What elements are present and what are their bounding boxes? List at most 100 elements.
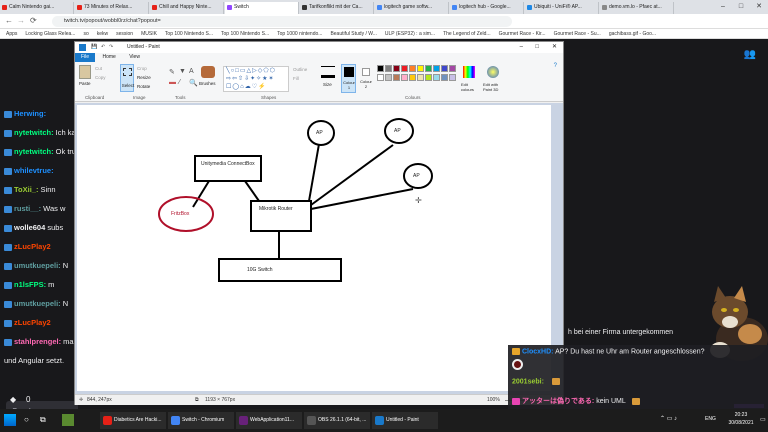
- palette-swatch[interactable]: [385, 74, 392, 81]
- chat-username[interactable]: nytetwitch:: [14, 128, 54, 137]
- colour1-button[interactable]: Colour 1: [341, 64, 356, 93]
- language-indicator[interactable]: ENG: [705, 416, 716, 422]
- forward-icon[interactable]: →: [17, 16, 25, 25]
- redo-icon[interactable]: ↷: [109, 42, 113, 53]
- bookmark-item[interactable]: session: [116, 29, 133, 38]
- tray-icons[interactable]: ⌃ ▭ ♪: [660, 415, 677, 422]
- size-icon[interactable]: [321, 66, 335, 78]
- chat-username[interactable]: zLucPlay2: [14, 242, 51, 251]
- start-icon[interactable]: [4, 414, 16, 426]
- chat-username[interactable]: Herwing:: [14, 109, 46, 118]
- bookmark-item[interactable]: MUSIK: [141, 29, 157, 38]
- palette-swatch[interactable]: [409, 74, 416, 81]
- browser-tab[interactable]: Chill and Happy Ninte...: [150, 2, 224, 14]
- palette-swatch[interactable]: [409, 65, 416, 72]
- save-icon[interactable]: 💾: [91, 42, 97, 53]
- colour2-button[interactable]: Colour 2: [359, 64, 374, 93]
- bookmark-item[interactable]: The Legend of Zeld...: [443, 29, 491, 38]
- edit-colours-icon[interactable]: [463, 66, 475, 78]
- bookmark-item[interactable]: Top 1000 nintendo...: [277, 29, 322, 38]
- pencil-icon[interactable]: ✎: [169, 68, 175, 76]
- taskbar-item[interactable]: Switch - Chromium: [168, 412, 234, 429]
- palette-swatch[interactable]: [393, 74, 400, 81]
- notification-icon[interactable]: ▭: [760, 416, 766, 423]
- paste-icon[interactable]: [79, 65, 91, 79]
- chat-username[interactable]: n1lsFPS:: [14, 280, 46, 289]
- paint-minimize-icon[interactable]: –: [520, 42, 523, 53]
- shapes-gallery[interactable]: ╲○□▭△▷◇⬠⬡ ⇨⇦⇧⇩✦✧★✶ ☐◯⌂☁♡⚡: [223, 66, 289, 92]
- palette-swatch[interactable]: [425, 74, 432, 81]
- address-bar[interactable]: twitch.tv/popout/wobbl0rz/chat?popout=: [52, 16, 512, 27]
- select-button[interactable]: Select: [120, 64, 134, 92]
- browser-tab[interactable]: Ubiquiti - UniFi® AP...: [525, 2, 599, 14]
- picker-icon[interactable]: ⁄: [179, 79, 180, 86]
- palette-swatch[interactable]: [393, 65, 400, 72]
- palette-swatch[interactable]: [417, 74, 424, 81]
- text-icon[interactable]: A: [189, 68, 194, 75]
- bookmark-item[interactable]: ULP (ESP32) : a sim...: [385, 29, 435, 38]
- chat-username[interactable]: nytetwitch:: [14, 147, 54, 156]
- help-icon[interactable]: ?: [554, 63, 557, 69]
- paint-close-icon[interactable]: ✕: [552, 42, 557, 53]
- task-view-icon[interactable]: ⧉: [40, 415, 46, 425]
- palette-swatch[interactable]: [377, 65, 384, 72]
- taskbar-item[interactable]: WebApplication11...: [236, 412, 302, 429]
- back-icon[interactable]: ←: [5, 16, 13, 25]
- app-icon[interactable]: [62, 414, 74, 426]
- bookmark-item[interactable]: Top 100 Nintendo S...: [221, 29, 269, 38]
- chat-username[interactable]: rusti__:: [14, 204, 41, 213]
- chat-username[interactable]: stahlprengel:: [14, 337, 61, 346]
- palette-swatch[interactable]: [377, 74, 384, 81]
- palette-swatch[interactable]: [425, 65, 432, 72]
- eraser-icon[interactable]: ▬: [169, 79, 176, 86]
- palette-swatch[interactable]: [385, 65, 392, 72]
- palette-swatch[interactable]: [433, 74, 440, 81]
- fill-icon[interactable]: ▼: [179, 68, 186, 75]
- palette-swatch[interactable]: [441, 65, 448, 72]
- taskbar-item[interactable]: Untitled - Paint: [372, 412, 438, 429]
- rotate-button[interactable]: Rotate: [137, 84, 150, 89]
- bookmark-item[interactable]: gachibass.gif - Goo...: [609, 29, 656, 38]
- clock-time[interactable]: 20:23: [726, 412, 756, 418]
- brushes-icon[interactable]: [201, 66, 215, 78]
- magnifier-icon[interactable]: 🔍: [189, 79, 198, 87]
- menu-view[interactable]: View: [123, 53, 146, 62]
- bookmark-item[interactable]: Locking Glass Relea...: [25, 29, 75, 38]
- browser-tab[interactable]: logitech hub - Google...: [450, 2, 524, 14]
- cut-button[interactable]: Cut: [95, 66, 102, 71]
- browser-tab[interactable]: Calm Nintendo gai...: [0, 2, 74, 14]
- bookmark-item[interactable]: Beautiful Study / W...: [330, 29, 376, 38]
- bookmark-item[interactable]: Top 100 Nintendo S...: [165, 29, 213, 38]
- palette-swatch[interactable]: [401, 74, 408, 81]
- outline-button[interactable]: Outline: [293, 67, 307, 72]
- bookmark-item[interactable]: kekw: [97, 29, 108, 38]
- menu-home[interactable]: Home: [96, 53, 121, 62]
- bookmark-item[interactable]: Gourmet Race - Su...: [554, 29, 601, 38]
- browser-tab[interactable]: logitech game softw...: [375, 2, 449, 14]
- palette-swatch[interactable]: [417, 65, 424, 72]
- palette-swatch[interactable]: [449, 74, 456, 81]
- bits-icon[interactable]: ◆: [10, 395, 16, 404]
- browser-tab[interactable]: Tarifkonflikt mit der Ca...: [300, 2, 374, 14]
- maximize-icon[interactable]: □: [732, 0, 750, 14]
- bookmark-item[interactable]: Gourmet Race - Kir...: [499, 29, 546, 38]
- taskbar-item[interactable]: Diabetics Are Hacki...: [100, 412, 166, 429]
- browser-tab[interactable]: demo.vm.lo - Pfaec at...: [600, 2, 674, 14]
- clock-date[interactable]: 30/08/2021: [724, 420, 758, 426]
- crop-button[interactable]: Crop: [137, 66, 147, 71]
- copy-button[interactable]: Copy: [95, 75, 106, 80]
- drawing-canvas[interactable]: ✛ Unitymedia ConnectBox FritzBox Mikroti…: [77, 105, 551, 391]
- bookmark-item[interactable]: so: [83, 29, 88, 38]
- chat-username[interactable]: ToXii_:: [14, 185, 38, 194]
- taskbar-item[interactable]: OBS 26.1.1 (64-bit, ...: [304, 412, 370, 429]
- paint-maximize-icon[interactable]: □: [535, 42, 539, 53]
- chat-username[interactable]: umutkuepeli:: [14, 299, 61, 308]
- reload-icon[interactable]: ⟳: [30, 16, 37, 25]
- palette-swatch[interactable]: [433, 65, 440, 72]
- users-icon[interactable]: 👥: [744, 49, 756, 60]
- browser-tab[interactable]: 73 Minutes of Relax...: [75, 2, 149, 14]
- browser-tab[interactable]: Switch: [225, 2, 299, 14]
- paint3d-icon[interactable]: [487, 66, 499, 78]
- search-icon[interactable]: ○: [24, 415, 29, 424]
- palette-swatch[interactable]: [449, 65, 456, 72]
